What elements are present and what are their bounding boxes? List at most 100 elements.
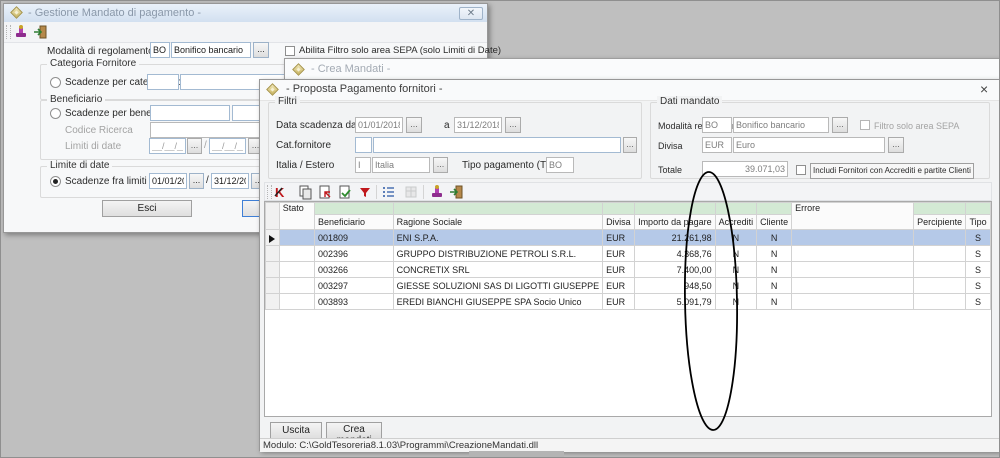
cell-percipiente: [914, 294, 966, 310]
stamp-icon[interactable]: [429, 184, 445, 200]
cell-ragione-sociale: GIESSE SOLUZIONI SAS DI LIGOTTI GIUSEPPE: [393, 278, 603, 294]
stamp-icon[interactable]: [13, 24, 29, 40]
table-row[interactable]: 001809 ENI S.P.A. EUR 21.261,98 N N S: [266, 230, 991, 246]
limite-group-title: Limite di date: [47, 160, 112, 171]
italia-code-field[interactable]: [355, 157, 371, 173]
copy-icon[interactable]: [297, 184, 313, 200]
includi-fornitori-checkbox[interactable]: [796, 165, 806, 175]
tipo-pagamento-label: Tipo pagamento (TP): [462, 160, 556, 172]
categoria-code-field[interactable]: [147, 74, 179, 90]
tipo-pagamento-field[interactable]: [546, 157, 574, 173]
cell-tipo: S: [966, 278, 991, 294]
statusbar: Modulo: C:\GoldTesoreria8.1.03\Programmi…: [260, 438, 1000, 452]
italia-desc-field[interactable]: [372, 157, 430, 173]
limite-date-to-field[interactable]: [211, 173, 249, 189]
data-scadenza-a-field[interactable]: [454, 117, 502, 133]
divisa-code-field[interactable]: [702, 137, 732, 153]
col-header-percipiente[interactable]: Percipiente: [914, 215, 966, 230]
table-row[interactable]: 003266 CONCRETIX SRL EUR 7.400,00 N N S: [266, 262, 991, 278]
cell-divisa: EUR: [603, 262, 635, 278]
col-header-cliente[interactable]: Cliente: [757, 215, 792, 230]
fornitori-table[interactable]: Stato Errore Beneficiario Ragione Social…: [265, 202, 991, 310]
taskbar-button[interactable]: [469, 451, 564, 458]
fornitori-grid[interactable]: Stato Errore Beneficiario Ragione Social…: [264, 201, 992, 417]
proposta-toolbar: K: [264, 182, 992, 201]
sepa-filter-checkbox[interactable]: [285, 46, 295, 56]
col-band: [966, 203, 991, 215]
col-header-accrediti[interactable]: Accrediti: [715, 215, 757, 230]
cat-fornitore-code-field[interactable]: [355, 137, 372, 153]
limiti-date-from-field[interactable]: [149, 138, 186, 154]
list-icon[interactable]: [381, 184, 397, 200]
limite-date-separator: /: [206, 175, 209, 187]
table-row[interactable]: 003297 GIESSE SOLUZIONI SAS DI LIGOTTI G…: [266, 278, 991, 294]
filtro-sepa-checkbox[interactable]: [860, 120, 870, 130]
table-row[interactable]: 002396 GRUPPO DISTRIBUZIONE PETROLI S.R.…: [266, 246, 991, 262]
data-scadenza-da-field[interactable]: [355, 117, 403, 133]
cell-tipo: S: [966, 246, 991, 262]
crea-title: - Crea Mandati -: [311, 63, 390, 75]
col-header-tipo[interactable]: Tipo: [966, 215, 991, 230]
cell-cliente: N: [757, 294, 792, 310]
col-header-stato[interactable]: Stato: [279, 203, 314, 230]
table-row[interactable]: 003893 EREDI BIANCHI GIUSEPPE SPA Socio …: [266, 294, 991, 310]
filter-icon[interactable]: [357, 184, 373, 200]
cell-importo: 21.261,98: [635, 230, 716, 246]
row-selector: [266, 294, 280, 310]
crea-titlebar[interactable]: - Crea Mandati -: [285, 59, 1000, 80]
cell-ragione-sociale: ENI S.P.A.: [393, 230, 603, 246]
proposta-titlebar[interactable]: - Proposta Pagamento fornitori - ×: [260, 80, 999, 101]
exit-icon[interactable]: [33, 24, 49, 40]
col-band: [393, 203, 603, 215]
limiti-date-to-field[interactable]: [209, 138, 246, 154]
close-icon[interactable]: ×: [980, 81, 988, 97]
crea-mandati-button[interactable]: Crea mandati: [326, 422, 382, 439]
modalita-desc-field[interactable]: [171, 42, 251, 58]
export-icon[interactable]: [317, 184, 333, 200]
confirm-doc-icon[interactable]: [337, 184, 353, 200]
modalita-code-field[interactable]: [150, 42, 170, 58]
col-header-divisa[interactable]: Divisa: [603, 215, 635, 230]
limite-date-from-field[interactable]: [149, 173, 187, 189]
cell-accrediti: N: [715, 262, 757, 278]
cat-fornitore-browse[interactable]: ...: [623, 137, 637, 153]
exit-icon[interactable]: [449, 184, 465, 200]
modalita-regolamento-browse[interactable]: ...: [832, 117, 848, 133]
modalita-browse-button[interactable]: ...: [253, 42, 269, 58]
col-band: [715, 203, 757, 215]
cell-ragione-sociale: GRUPPO DISTRIBUZIONE PETROLI S.R.L.: [393, 246, 603, 262]
cell-percipiente: [914, 246, 966, 262]
limiti-date-from-browse[interactable]: ...: [187, 138, 202, 154]
col-header-importo[interactable]: Importo da pagare: [635, 215, 716, 230]
modalita-regolamento-desc-field[interactable]: [733, 117, 829, 133]
gestione-titlebar[interactable]: - Gestione Mandato di pagamento - ✕: [4, 4, 487, 23]
data-scadenza-a-browse[interactable]: ...: [505, 117, 521, 133]
divisa-browse[interactable]: ...: [888, 137, 904, 153]
cell-errore: [792, 262, 914, 278]
col-header-ragione-sociale[interactable]: Ragione Sociale: [393, 215, 603, 230]
cell-importo: 7.400,00: [635, 262, 716, 278]
divisa-label: Divisa: [658, 140, 683, 152]
limite-date-from-browse[interactable]: ...: [189, 173, 204, 189]
col-header-beneficiario[interactable]: Beneficiario: [314, 215, 393, 230]
data-scadenza-da-browse[interactable]: ...: [406, 117, 422, 133]
categoria-radio[interactable]: [50, 77, 61, 88]
totale-field: [702, 161, 788, 177]
divisa-desc-field[interactable]: [733, 137, 885, 153]
mark-all-icon[interactable]: K: [273, 184, 289, 200]
beneficiario-radio[interactable]: [50, 108, 61, 119]
cell-cliente: N: [757, 230, 792, 246]
beneficiario-code-field[interactable]: [150, 105, 230, 121]
sepa-filter-label: Abilita Filtro solo area SEPA (solo Limi…: [299, 45, 501, 57]
uscita-button[interactable]: Uscita: [270, 422, 322, 439]
cat-fornitore-desc-field[interactable]: [373, 137, 621, 153]
categoria-group-title: Categoria Fornitore: [47, 58, 139, 69]
close-icon[interactable]: ✕: [459, 7, 483, 20]
col-header-errore[interactable]: Errore: [792, 203, 914, 230]
modalita-regolamento-code-field[interactable]: [702, 117, 732, 133]
cell-errore: [792, 278, 914, 294]
limite-radio[interactable]: [50, 176, 61, 187]
italia-estero-browse[interactable]: ...: [433, 157, 448, 173]
esci-button[interactable]: Esci: [102, 200, 192, 217]
cell-percipiente: [914, 262, 966, 278]
